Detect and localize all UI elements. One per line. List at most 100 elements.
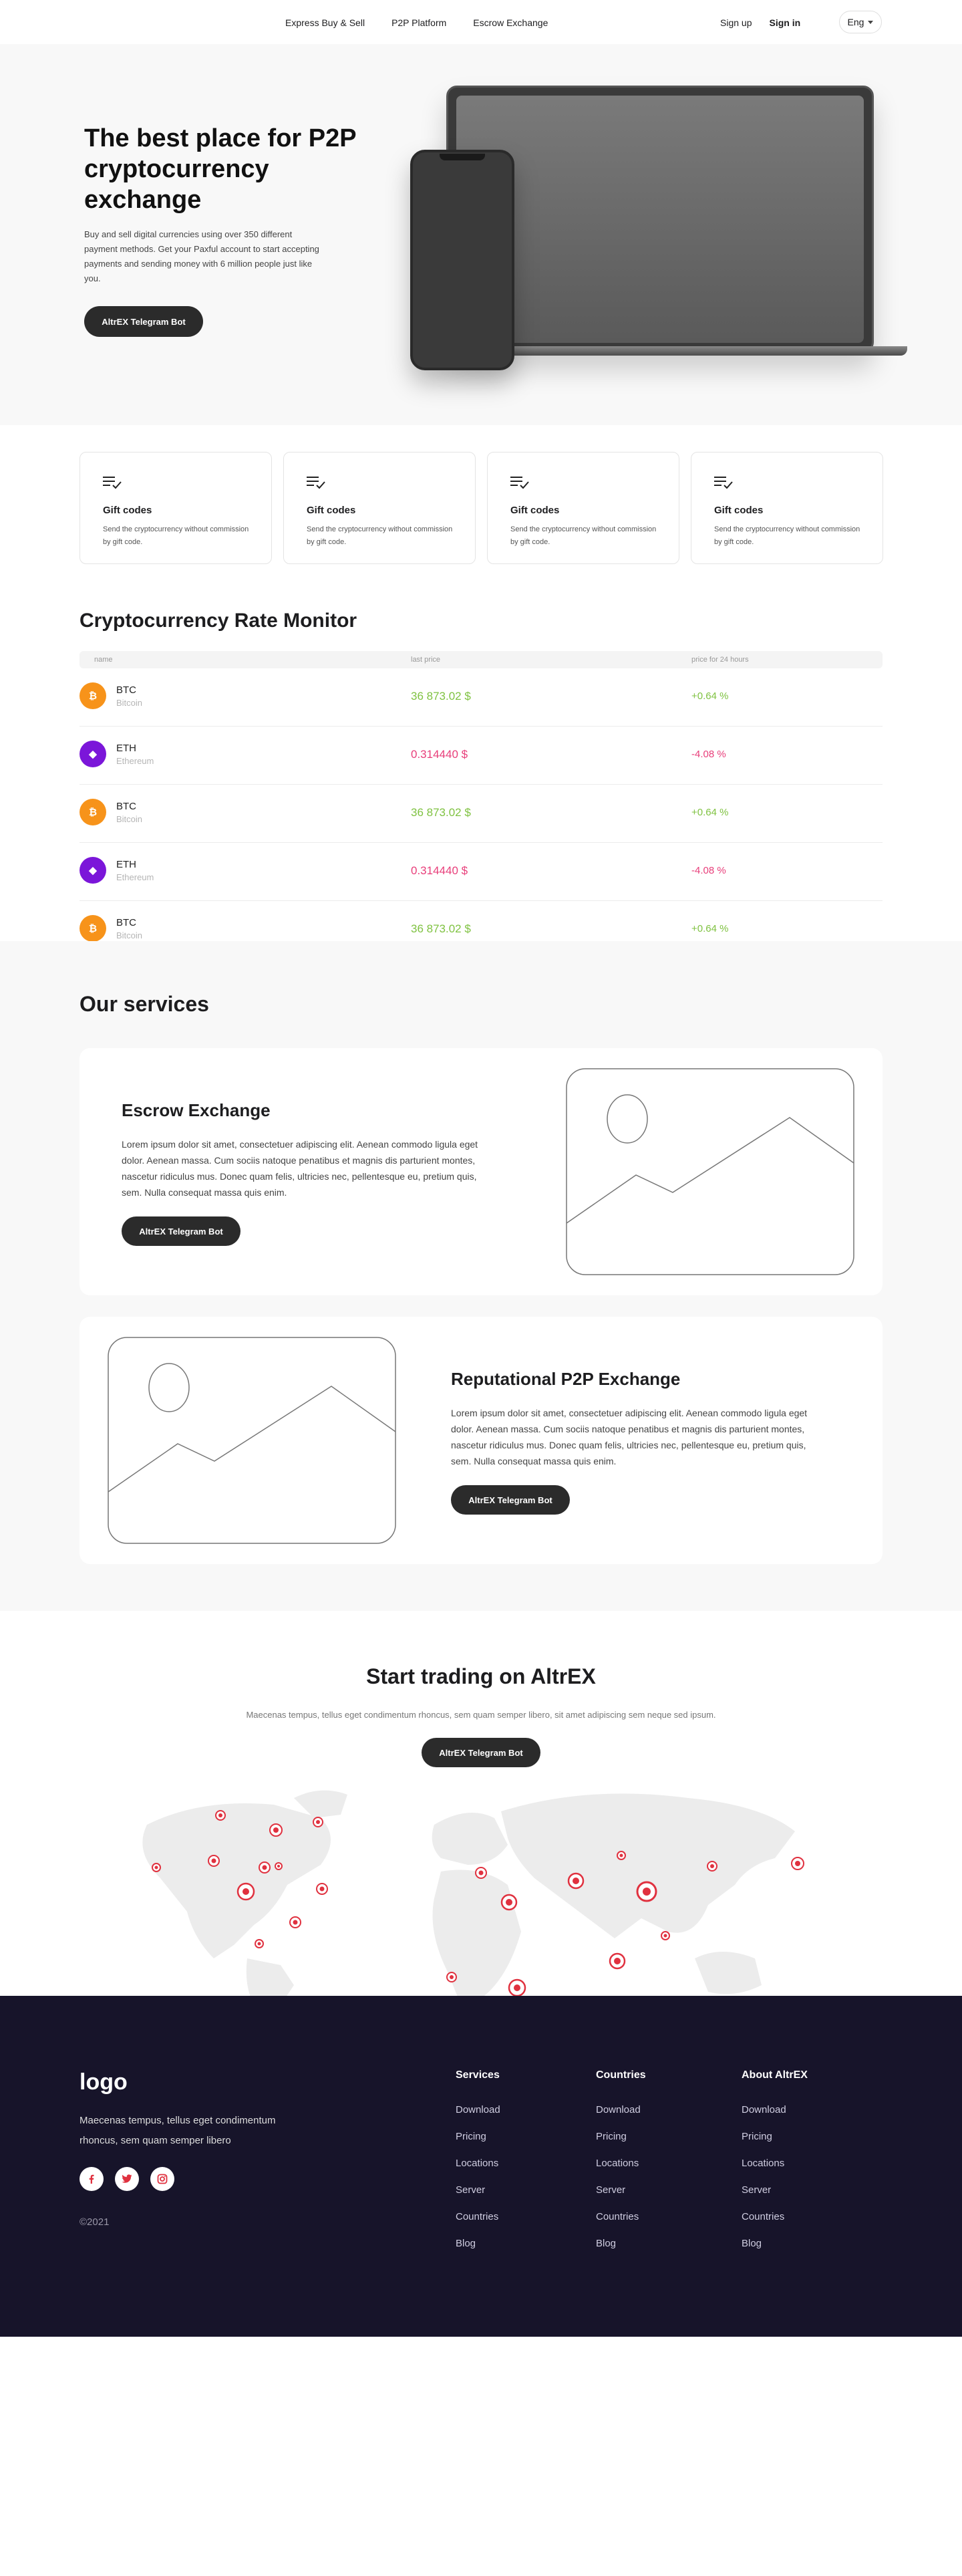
footer-link-download[interactable]: Download [742, 2104, 808, 2131]
coin-symbol: ETH [116, 743, 136, 754]
services-section: Our services Escrow Exchange Lorem ipsum… [0, 941, 962, 1611]
feature-card-text: Send the cryptocurrency without commissi… [510, 525, 657, 546]
rate-table-header: name last price price for 24 hours [79, 651, 883, 668]
footer-link-locations[interactable]: Locations [596, 2158, 646, 2184]
rate-row[interactable]: ₿ BTC Bitcoin 36 873.02 $ +0.64 % [79, 668, 883, 727]
footer-link-locations[interactable]: Locations [456, 2158, 500, 2184]
language-value: Eng [847, 17, 864, 27]
footer-column-title: Services [456, 2069, 500, 2081]
auth-links: Sign up Sign in [720, 17, 800, 28]
feature-card[interactable]: Gift codes Send the cryptocurrency witho… [691, 452, 883, 564]
last-price: 36 873.02 $ [411, 806, 471, 819]
footer-link-blog[interactable]: Blog [456, 2238, 500, 2265]
footer-link-countries[interactable]: Countries [456, 2211, 500, 2238]
trading-telegram-button[interactable]: AltrEX Telegram Bot [422, 1738, 540, 1767]
nav-express-buy-sell[interactable]: Express Buy & Sell [285, 17, 365, 28]
column-header-24h: price for 24 hours [691, 656, 749, 664]
coin-symbol: ETH [116, 859, 136, 870]
coin-name: Bitcoin [116, 814, 143, 824]
hero-title: The best place for P2P cryptocurrency ex… [84, 124, 356, 214]
signup-link[interactable]: Sign up [720, 17, 752, 28]
service-title: Escrow Exchange [122, 1100, 271, 1120]
hero-telegram-button[interactable]: AltrEX Telegram Bot [84, 306, 203, 337]
coin-name: Bitcoin [116, 698, 143, 708]
coin-name: Ethereum [116, 756, 154, 766]
image-placeholder-icon [566, 1068, 854, 1275]
feature-card[interactable]: Gift codes Send the cryptocurrency witho… [283, 452, 476, 564]
column-header-name: name [94, 656, 113, 664]
feature-card[interactable]: Gift codes Send the cryptocurrency witho… [79, 452, 272, 564]
hero-text: Buy and sell digital currencies using ov… [84, 229, 319, 283]
footer-column-title: About AltrEX [742, 2069, 808, 2081]
coin-symbol: BTC [116, 684, 136, 696]
bitcoin-icon: ₿ [79, 799, 106, 825]
footer-link-pricing[interactable]: Pricing [456, 2131, 500, 2158]
service-title: Reputational P2P Exchange [451, 1369, 681, 1389]
instagram-icon[interactable] [150, 2167, 174, 2191]
feature-card-title: Gift codes [307, 505, 356, 516]
footer-link-pricing[interactable]: Pricing [742, 2131, 808, 2158]
phone-illustration [410, 150, 514, 370]
feature-card-title: Gift codes [103, 505, 152, 516]
footer-link-blog[interactable]: Blog [596, 2238, 646, 2265]
main-nav: Express Buy & Sell P2P Platform Escrow E… [285, 17, 548, 28]
language-select[interactable]: Eng [839, 11, 882, 33]
footer-link-blog[interactable]: Blog [742, 2238, 808, 2265]
coin-name: Ethereum [116, 872, 154, 882]
rate-row[interactable]: ◆ ETH Ethereum 0.314440 $ -4.08 % [79, 843, 883, 901]
nav-p2p-platform[interactable]: P2P Platform [391, 17, 446, 28]
hero-section: The best place for P2P cryptocurrency ex… [0, 44, 962, 425]
rate-row[interactable]: ₿ BTC Bitcoin 36 873.02 $ +0.64 % [79, 785, 883, 843]
service-card-p2p: Reputational P2P Exchange Lorem ipsum do… [79, 1317, 883, 1564]
feature-card[interactable]: Gift codes Send the cryptocurrency witho… [487, 452, 679, 564]
footer-link-countries[interactable]: Countries [742, 2211, 808, 2238]
footer-link-pricing[interactable]: Pricing [596, 2131, 646, 2158]
image-placeholder-icon [108, 1337, 396, 1544]
chevron-down-icon [868, 20, 874, 24]
bitcoin-icon: ₿ [79, 682, 106, 709]
feature-card-title: Gift codes [510, 505, 560, 516]
price-change-24h: +0.64 % [691, 690, 729, 702]
service-telegram-button[interactable]: AltrEX Telegram Bot [122, 1216, 240, 1246]
feature-card-text: Send the cryptocurrency without commissi… [714, 525, 860, 546]
copyright: ©2021 [79, 2216, 110, 2228]
footer-link-server[interactable]: Server [596, 2184, 646, 2211]
list-check-icon [510, 477, 529, 489]
column-header-last-price: last price [411, 656, 441, 664]
twitter-icon[interactable] [115, 2167, 139, 2191]
ethereum-icon: ◆ [79, 741, 106, 767]
price-change-24h: +0.64 % [691, 923, 729, 934]
rate-row[interactable]: ◆ ETH Ethereum 0.314440 $ -4.08 % [79, 727, 883, 785]
last-price: 36 873.02 $ [411, 922, 471, 935]
footer-column-countries: Countries Download Pricing Locations Ser… [596, 2069, 646, 2265]
footer-link-locations[interactable]: Locations [742, 2158, 808, 2184]
price-change-24h: -4.08 % [691, 865, 726, 876]
nav-escrow-exchange[interactable]: Escrow Exchange [473, 17, 548, 28]
footer-column-about: About AltrEX Download Pricing Locations … [742, 2069, 808, 2265]
list-check-icon [714, 477, 733, 489]
last-price: 36 873.02 $ [411, 690, 471, 702]
footer-logo[interactable]: logo [79, 2069, 128, 2095]
footer-column-services: Services Download Pricing Locations Serv… [456, 2069, 500, 2265]
world-map [142, 1790, 804, 1996]
ethereum-icon: ◆ [79, 857, 106, 884]
trading-subtitle: Maecenas tempus, tellus eget condimentum… [246, 1710, 716, 1720]
service-card-escrow: Escrow Exchange Lorem ipsum dolor sit am… [79, 1048, 883, 1295]
footer-link-countries[interactable]: Countries [596, 2211, 646, 2238]
signin-link[interactable]: Sign in [769, 17, 800, 28]
site-header: Express Buy & Sell P2P Platform Escrow E… [0, 0, 962, 44]
feature-card-text: Send the cryptocurrency without commissi… [103, 525, 249, 546]
service-telegram-button[interactable]: AltrEX Telegram Bot [451, 1485, 570, 1515]
list-check-icon [103, 477, 122, 489]
bitcoin-icon: ₿ [79, 915, 106, 942]
footer-link-download[interactable]: Download [596, 2104, 646, 2131]
trading-title: Start trading on AltrEX [366, 1664, 596, 1688]
start-trading-section: Start trading on AltrEX Maecenas tempus,… [0, 1611, 962, 1996]
list-check-icon [307, 477, 325, 489]
footer-link-server[interactable]: Server [742, 2184, 808, 2211]
footer-link-download[interactable]: Download [456, 2104, 500, 2131]
footer-description: Maecenas tempus, tellus eget condimentum… [79, 2115, 276, 2146]
price-change-24h: -4.08 % [691, 749, 726, 760]
facebook-icon[interactable] [79, 2167, 104, 2191]
footer-link-server[interactable]: Server [456, 2184, 500, 2211]
